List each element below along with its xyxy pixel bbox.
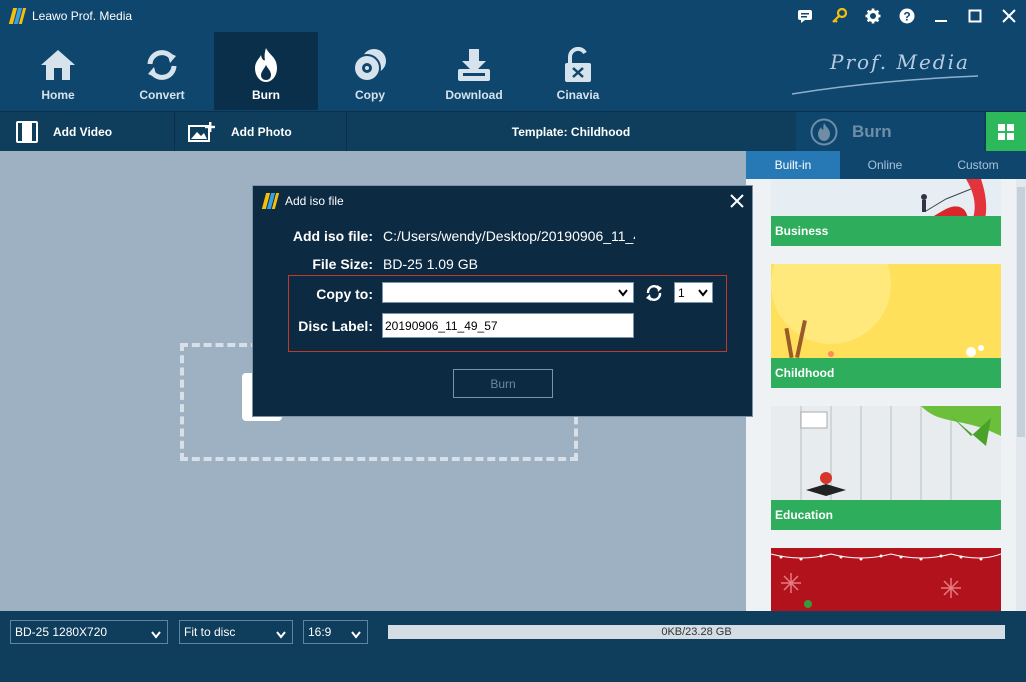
disc-type-select[interactable]: BD-25 1280X720: [10, 620, 168, 644]
nav-copy[interactable]: Copy: [318, 32, 422, 110]
nav-burn-label: Burn: [252, 88, 280, 102]
template-label: Template: Childhood: [511, 125, 631, 139]
home-icon: [39, 46, 77, 84]
toolbar-divider: [174, 112, 175, 152]
template-name: Business: [775, 224, 829, 238]
app-logo-icon: [261, 193, 280, 209]
iso-file-path: C:/Users/wendy/Desktop/20190906_11_4: [383, 228, 635, 244]
tab-online[interactable]: Online: [840, 151, 930, 179]
file-size-label: File Size:: [312, 256, 373, 272]
add-photo-icon: [188, 121, 216, 143]
close-window-icon[interactable]: [992, 0, 1026, 32]
nav-cinavia[interactable]: Cinavia: [526, 32, 630, 110]
disc-label-input[interactable]: [382, 313, 634, 338]
template-education[interactable]: Education: [771, 406, 1001, 530]
help-icon[interactable]: ?: [890, 0, 924, 32]
template-panel: Built-in Online Custom Business Childhoo…: [746, 151, 1026, 611]
minimize-icon[interactable]: [924, 0, 958, 32]
tab-custom[interactable]: Custom: [930, 151, 1026, 179]
close-icon: [730, 194, 744, 208]
settings-gear-icon[interactable]: [856, 0, 890, 32]
add-photo-button[interactable]: Add Photo: [188, 112, 292, 152]
copy-disc-icon: [352, 46, 388, 84]
add-video-label: Add Video: [53, 125, 113, 139]
aspect-ratio-value: 16:9: [308, 625, 332, 639]
convert-icon: [145, 46, 179, 84]
disc-capacity-bar: 0KB/23.28 GB: [388, 625, 1005, 639]
chevron-down-icon: [351, 628, 361, 642]
copies-count-value: 1: [678, 286, 685, 300]
disc-type-value: BD-25 1280X720: [15, 625, 108, 639]
window-title: Leawo Prof. Media: [32, 9, 133, 23]
nav-burn[interactable]: Burn: [214, 32, 318, 110]
nav-cinavia-label: Cinavia: [556, 88, 600, 102]
feedback-icon[interactable]: [788, 0, 822, 32]
main-navigation: Home Convert Burn Copy Download Cinavia …: [0, 32, 1026, 111]
capacity-text: 0KB/23.28 GB: [661, 626, 732, 638]
template-business[interactable]: Business: [771, 179, 1001, 246]
template-name: Childhood: [775, 366, 835, 380]
nav-home[interactable]: Home: [6, 32, 110, 110]
copies-count-select[interactable]: 1: [674, 282, 713, 303]
nav-convert-label: Convert: [139, 88, 185, 102]
chevron-down-icon: [276, 628, 286, 642]
title-bar: Leawo Prof. Media ?: [0, 0, 1026, 32]
nav-copy-label: Copy: [355, 88, 385, 102]
film-icon: [16, 121, 38, 143]
refresh-icon: [645, 284, 663, 302]
copy-to-select[interactable]: [382, 282, 634, 303]
template-name: Education: [775, 508, 834, 522]
tab-built-in[interactable]: Built-in: [746, 151, 840, 179]
register-key-icon[interactable]: [822, 0, 856, 32]
app-logo-icon: [8, 8, 27, 24]
nav-convert[interactable]: Convert: [110, 32, 214, 110]
dialog-close-button[interactable]: [726, 190, 748, 212]
layout-grid-button[interactable]: [986, 112, 1026, 152]
dialog-title: Add iso file: [285, 194, 344, 208]
nav-download[interactable]: Download: [422, 32, 526, 110]
template-tabs: Built-in Online Custom: [746, 151, 1026, 179]
brand-logo: Prof. Media: [790, 48, 980, 96]
add-iso-dialog: Add iso file Add iso file: C:/Users/wend…: [252, 185, 753, 417]
chevron-down-icon: [698, 289, 708, 297]
toolbar: Add Video Add Photo Template: Childhood …: [0, 111, 1026, 152]
template-christmas[interactable]: [771, 548, 1001, 611]
fit-mode-value: Fit to disc: [184, 625, 236, 639]
nav-home-label: Home: [41, 88, 75, 102]
cinavia-lock-icon: [562, 46, 594, 84]
fit-mode-select[interactable]: Fit to disc: [179, 620, 293, 644]
maximize-icon[interactable]: [958, 0, 992, 32]
nav-download-label: Download: [445, 88, 503, 102]
grid-view-icon: [997, 123, 1015, 141]
burn-button[interactable]: Burn: [796, 112, 984, 152]
disc-label-label: Disc Label:: [298, 318, 373, 334]
template-childhood[interactable]: Childhood: [771, 264, 1001, 388]
status-bar: BD-25 1280X720 Fit to disc 16:9 0KB/23.2…: [0, 611, 1026, 682]
burn-button-label: Burn: [852, 122, 892, 141]
chevron-down-icon: [618, 289, 628, 297]
add-photo-label: Add Photo: [231, 125, 292, 139]
download-icon: [456, 46, 492, 84]
scrollbar-thumb[interactable]: [1017, 187, 1025, 437]
dialog-burn-button[interactable]: Burn: [453, 369, 553, 398]
refresh-button[interactable]: [645, 284, 663, 302]
brand-text: Prof. Media: [830, 50, 970, 74]
aspect-ratio-select[interactable]: 16:9: [303, 620, 368, 644]
burn-disc-icon: [810, 118, 838, 146]
file-size-value: BD-25 1.09 GB: [383, 256, 478, 272]
svg-text:?: ?: [903, 10, 910, 24]
add-video-button[interactable]: Add Video: [16, 112, 112, 152]
copy-to-label: Copy to:: [316, 286, 373, 302]
burn-flame-icon: [249, 46, 283, 84]
toolbar-divider: [346, 112, 347, 152]
chevron-down-icon: [151, 628, 161, 642]
dialog-title-bar: Add iso file: [253, 186, 752, 216]
iso-file-label: Add iso file:: [292, 228, 373, 244]
